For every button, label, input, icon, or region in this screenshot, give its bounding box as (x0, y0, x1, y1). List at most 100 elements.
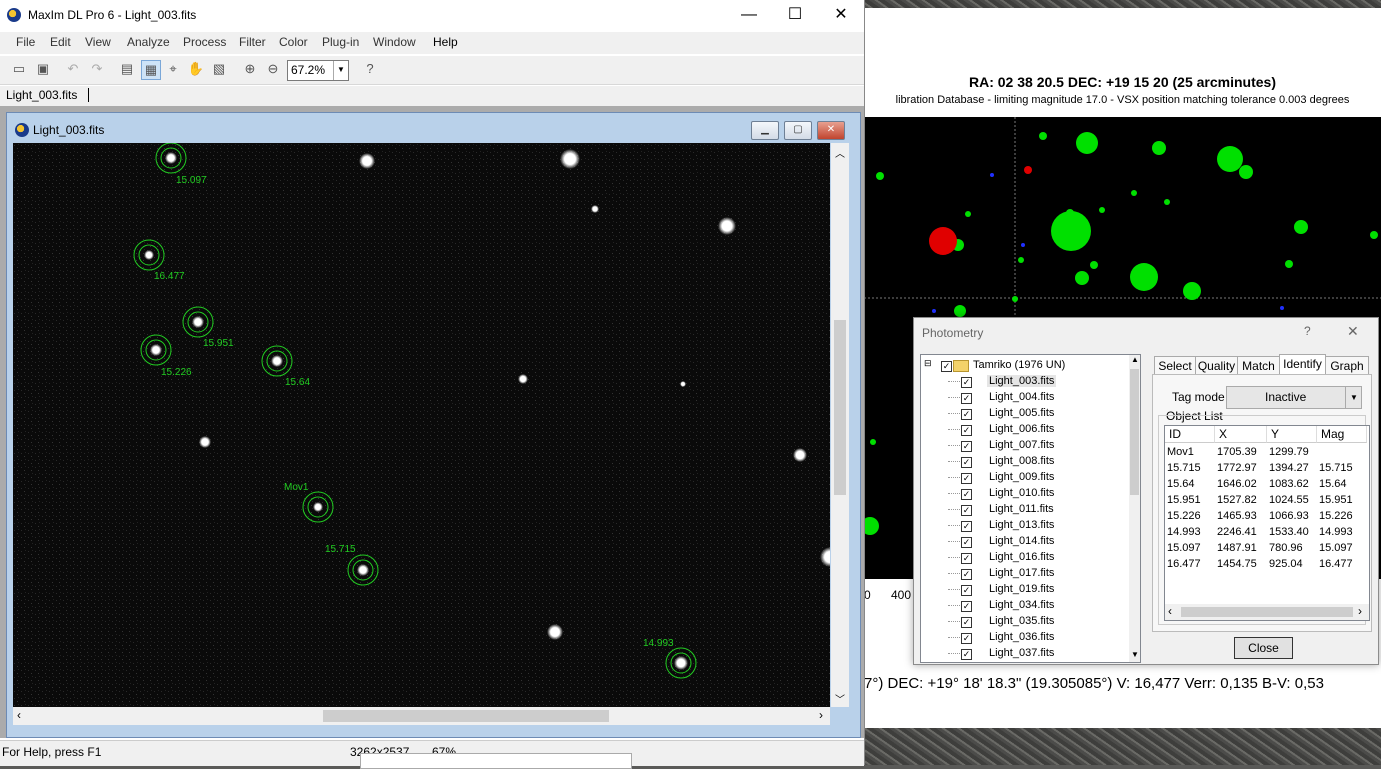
astro-image[interactable]: 15.097 16.477 15.951 15.226 15.64 Mov1 1… (13, 143, 830, 707)
tree-file-item[interactable]: ✓ Light_037.fits (921, 646, 1127, 662)
image-view-icon[interactable]: ▤ (118, 60, 136, 78)
menu-window[interactable]: Window (373, 35, 416, 49)
chevron-left-icon[interactable]: ‹ (17, 708, 21, 722)
file-checkbox[interactable]: ✓ (961, 553, 972, 564)
context-help-icon[interactable]: ? (361, 60, 379, 78)
minimize-button[interactable]: — (726, 0, 772, 30)
tree-file-item[interactable]: ✓ Light_014.fits (921, 534, 1127, 550)
column-header-id[interactable]: ID (1165, 426, 1215, 443)
column-header-x[interactable]: X (1215, 426, 1267, 443)
chevron-down-icon[interactable]: ▼ (1131, 650, 1139, 659)
tree-file-item[interactable]: ✓ Light_035.fits (921, 614, 1127, 630)
scroll-thumb[interactable] (1130, 369, 1139, 495)
tree-file-item[interactable]: ✓ Light_005.fits (921, 406, 1127, 422)
chevron-up-icon[interactable]: ▲ (1131, 355, 1139, 364)
tree-file-item[interactable]: ✓ Light_006.fits (921, 422, 1127, 438)
vertical-scrollbar[interactable]: ︿ ﹀ (831, 143, 849, 707)
file-checkbox[interactable]: ✓ (961, 601, 972, 612)
undo-icon[interactable]: ↶ (64, 60, 82, 78)
tab-match[interactable]: Match (1237, 356, 1280, 375)
tree-scrollbar[interactable]: ▲ ▼ (1129, 355, 1140, 662)
zoom-level-select[interactable]: 67.2% ▼ (287, 60, 349, 81)
file-checkbox[interactable]: ✓ (961, 377, 972, 388)
horizontal-scrollbar[interactable]: ‹ › (13, 707, 830, 725)
file-checkbox[interactable]: ✓ (961, 617, 972, 628)
tree-file-item[interactable]: ✓ Light_007.fits (921, 438, 1127, 454)
file-checkbox[interactable]: ✓ (961, 489, 972, 500)
screen-stretch-icon[interactable]: ▦ (141, 60, 161, 80)
file-checkbox[interactable]: ✓ (961, 505, 972, 516)
tag-mode-select[interactable]: Inactive ▼ (1226, 386, 1362, 409)
menu-edit[interactable]: Edit (50, 35, 71, 49)
menu-plugin[interactable]: Plug-in (322, 35, 359, 49)
tree-file-item[interactable]: ✓ Light_004.fits (921, 390, 1127, 406)
tree-file-item[interactable]: ✓ Light_003.fits (921, 374, 1127, 390)
collapse-icon[interactable]: ⊟ (924, 358, 932, 369)
file-checkbox[interactable]: ✓ (961, 425, 972, 436)
scroll-thumb[interactable] (1181, 607, 1353, 617)
zoom-in-icon[interactable]: ⊕ (241, 60, 259, 78)
maximize-button[interactable]: ☐ (772, 0, 818, 30)
child-minimize-button[interactable]: ▁ (751, 121, 779, 140)
file-label: Light_010.fits (989, 487, 1055, 499)
tree-file-item[interactable]: ✓ Light_019.fits (921, 582, 1127, 598)
file-checkbox[interactable]: ✓ (961, 585, 972, 596)
tab-select[interactable]: Select (1154, 356, 1196, 375)
tab-graph[interactable]: Graph (1325, 356, 1369, 375)
scroll-thumb[interactable] (323, 710, 609, 722)
tab-identify[interactable]: Identify (1279, 354, 1326, 376)
zoom-out-icon[interactable]: ⊖ (264, 60, 282, 78)
file-checkbox[interactable]: ✓ (961, 441, 972, 452)
info-window-icon[interactable]: ▧ (210, 60, 228, 78)
file-checkbox[interactable]: ✓ (961, 649, 972, 660)
menu-color[interactable]: Color (279, 35, 308, 49)
child-restore-button[interactable]: ▢ (784, 121, 812, 140)
menu-analyze[interactable]: Analyze (127, 35, 170, 49)
tree-file-item[interactable]: ✓ Light_011.fits (921, 502, 1127, 518)
menu-process[interactable]: Process (183, 35, 226, 49)
tree-file-item[interactable]: ✓ Light_010.fits (921, 486, 1127, 502)
file-checkbox[interactable]: ✓ (961, 521, 972, 532)
file-checkbox[interactable]: ✓ (961, 393, 972, 404)
tree-file-item[interactable]: ✓ Light_017.fits (921, 566, 1127, 582)
tab-light-003[interactable]: Light_003.fits (6, 88, 77, 102)
menu-view[interactable]: View (85, 35, 111, 49)
tab-quality[interactable]: Quality (1195, 356, 1238, 375)
tree-file-item[interactable]: ✓ Light_034.fits (921, 598, 1127, 614)
save-icon[interactable]: ▣ (34, 60, 52, 78)
hand-tool-icon[interactable]: ✋ (187, 60, 205, 78)
column-header-y[interactable]: Y (1267, 426, 1317, 443)
table-hscrollbar[interactable]: ‹ › (1165, 604, 1369, 620)
tree-file-item[interactable]: ✓ Light_016.fits (921, 550, 1127, 566)
file-checkbox[interactable]: ✓ (961, 457, 972, 468)
file-checkbox[interactable]: ✓ (961, 569, 972, 580)
open-file-icon[interactable]: ▭ (10, 60, 28, 78)
file-checkbox[interactable]: ✓ (961, 537, 972, 548)
chevron-down-icon[interactable]: ﹀ (835, 691, 845, 706)
tree-file-item[interactable]: ✓ Light_013.fits (921, 518, 1127, 534)
tree-file-item[interactable]: ✓ Light_036.fits (921, 630, 1127, 646)
crosshair-tool-icon[interactable]: ⌖ (164, 60, 182, 78)
tree-root-checkbox[interactable]: ✓ (941, 361, 952, 372)
tree-file-item[interactable]: ✓ Light_008.fits (921, 454, 1127, 470)
scroll-thumb[interactable] (834, 320, 846, 495)
chevron-left-icon[interactable]: ‹ (1168, 604, 1172, 618)
file-checkbox[interactable]: ✓ (961, 633, 972, 644)
help-icon[interactable]: ? (1304, 324, 1311, 338)
chevron-right-icon[interactable]: › (819, 708, 823, 722)
close-button[interactable]: ✕ (818, 0, 864, 30)
file-checkbox[interactable]: ✓ (961, 473, 972, 484)
redo-icon[interactable]: ↷ (88, 60, 106, 78)
child-close-button[interactable]: ✕ (817, 121, 845, 140)
file-checkbox[interactable]: ✓ (961, 409, 972, 420)
tree-file-item[interactable]: ✓ Light_009.fits (921, 470, 1127, 486)
chevron-up-icon[interactable]: ︿ (835, 145, 845, 160)
object-list-table[interactable]: ID X Y Mag Mov1 1705.39 1299.79 15.715 1772.… (1164, 425, 1370, 621)
menu-help[interactable]: Help (433, 35, 458, 49)
close-button[interactable]: Close (1234, 637, 1293, 659)
menu-filter[interactable]: Filter (239, 35, 266, 49)
column-header-mag[interactable]: Mag (1317, 426, 1367, 443)
menu-file[interactable]: File (16, 35, 35, 49)
chevron-right-icon[interactable]: › (1358, 604, 1362, 618)
close-icon[interactable]: ✕ (1347, 323, 1359, 340)
